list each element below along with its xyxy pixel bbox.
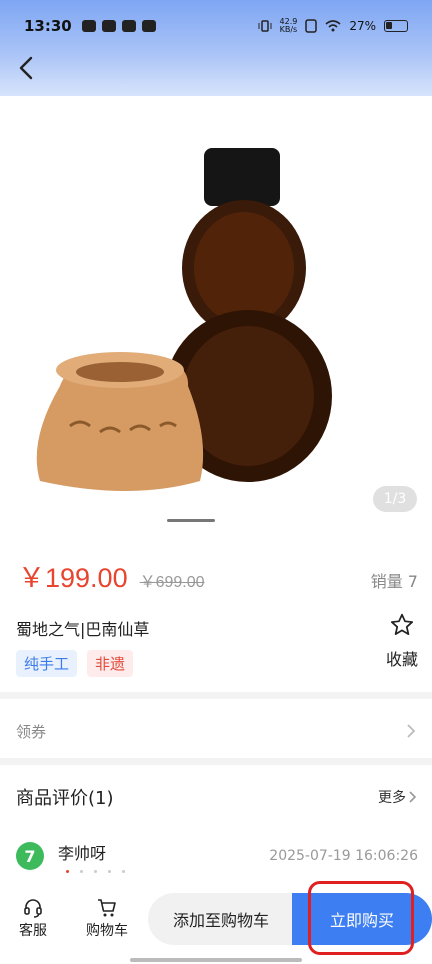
price-row: ￥199.00 ￥699.00 销量 7	[18, 556, 418, 593]
section-divider	[0, 692, 432, 699]
product-photo	[36, 148, 332, 491]
wechat-icon	[121, 20, 136, 32]
avatar: 7	[16, 842, 44, 870]
review-rating	[66, 870, 125, 873]
bottom-action-bar: 客服 购物车 添加至购物车 立即购买	[0, 880, 432, 964]
rating-dot	[122, 870, 125, 873]
rating-dot	[66, 870, 69, 873]
original-price: ￥699.00	[139, 574, 205, 591]
sim-icon	[305, 19, 318, 33]
headset-icon	[24, 899, 42, 918]
product-image[interactable]	[0, 96, 432, 536]
home-indicator[interactable]	[130, 958, 302, 962]
favorite-button[interactable]: 收藏	[380, 612, 424, 670]
battery-icon	[384, 20, 408, 32]
favorite-label: 收藏	[385, 650, 418, 669]
status-time: 13:30	[24, 17, 72, 35]
tag-heritage: 非遗	[87, 650, 134, 677]
coupon-row[interactable]: 领券	[0, 704, 432, 758]
reviewer-name: 李帅呀	[58, 844, 107, 863]
product-title: 蜀地之气|巴南仙草	[16, 620, 150, 639]
chevron-right-icon	[407, 724, 416, 738]
coupon-label: 领券	[16, 722, 47, 741]
chevron-left-icon	[19, 56, 33, 80]
cart-label: 购物车	[86, 923, 128, 939]
image-counter: 1/3	[373, 486, 417, 512]
buy-now-button[interactable]: 立即购买	[292, 893, 432, 945]
cart-icon	[98, 899, 116, 917]
tag-handmade: 纯手工	[16, 650, 78, 677]
review-item: 7 李帅呀 2025-07-19 16:06:26	[16, 838, 418, 878]
sales-count: 销量 7	[370, 572, 418, 591]
net-speed: 42.9 KB/s	[279, 17, 298, 34]
image-page-indicator	[167, 519, 215, 522]
back-button[interactable]	[12, 54, 40, 82]
chevron-right-icon	[409, 791, 417, 803]
battery-percent: 27%	[349, 19, 376, 33]
status-bar: 13:30 42.9 KB/s 27%	[0, 0, 432, 52]
more-label: 更多	[378, 790, 406, 806]
more-reviews-link[interactable]: 更多	[378, 787, 418, 807]
wifi-icon	[325, 20, 341, 32]
mail-icon	[101, 20, 116, 32]
product-tags: 纯手工 非遗	[16, 650, 134, 677]
review-title: 商品评价(1)	[16, 788, 114, 809]
play-icon	[81, 20, 96, 32]
star-icon	[390, 613, 414, 635]
customer-service-button[interactable]: 客服	[8, 896, 58, 940]
rating-dot	[80, 870, 83, 873]
review-date: 2025-07-19 16:06:26	[269, 848, 418, 864]
more-apps-icon	[141, 20, 156, 32]
cart-button[interactable]: 购物车	[82, 896, 132, 940]
review-header: 商品评价(1) 更多	[16, 784, 418, 810]
add-to-cart-button[interactable]: 添加至购物车	[148, 893, 294, 945]
current-price: ￥199.00	[18, 563, 128, 593]
service-label: 客服	[19, 923, 47, 939]
vibrate-icon	[258, 20, 272, 32]
rating-dot	[94, 870, 97, 873]
section-divider	[0, 758, 432, 765]
rating-dot	[108, 870, 111, 873]
